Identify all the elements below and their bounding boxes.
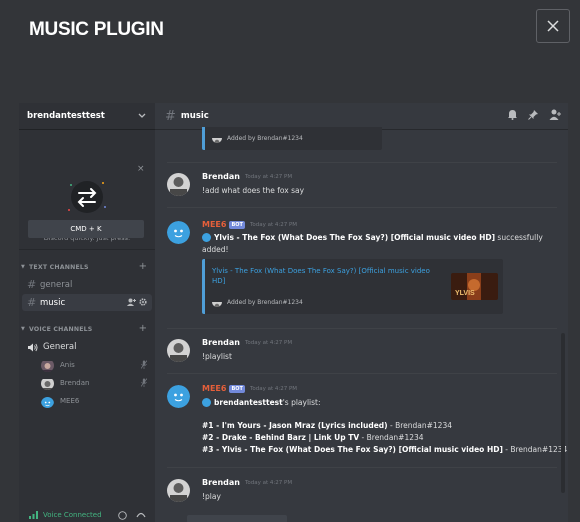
pin-icon[interactable] xyxy=(528,109,539,120)
quick-switcher-shortcut[interactable]: CMD + K xyxy=(28,220,144,238)
timestamp: Today at 4:27 PM xyxy=(244,173,293,180)
add-channel-icon[interactable]: + xyxy=(139,262,147,272)
close-button[interactable] xyxy=(536,9,570,43)
playlist-item: #1 - I'm Yours - Jason Mraz (Lyrics incl… xyxy=(202,421,452,430)
modal-title: MUSIC PLUGIN xyxy=(29,19,164,40)
timestamp: Today at 4:27 PM xyxy=(249,385,298,392)
category-text-channels[interactable]: ▼ TEXT CHANNELS + xyxy=(19,261,155,273)
bot-badge: BOT xyxy=(229,220,245,229)
timestamp: Today at 4:27 PM xyxy=(249,221,298,228)
close-icon xyxy=(547,20,559,32)
disconnect-icon[interactable] xyxy=(136,510,146,519)
voice-user-mee6[interactable]: MEE6 xyxy=(41,393,147,409)
chat-area: # music Added by Brendan#1234 Brendan Tod… xyxy=(155,103,568,522)
members-icon[interactable] xyxy=(549,109,561,120)
mic-icon xyxy=(141,378,147,387)
message-divider xyxy=(167,328,557,329)
bell-icon[interactable] xyxy=(507,109,518,120)
message-author[interactable]: Brendan xyxy=(202,338,240,347)
message-text: !add what does the fox say xyxy=(202,186,305,195)
timestamp: Today at 4:27 PM xyxy=(244,339,293,346)
playlist-item: #3 - Ylvis - The Fox (What Does The Fox … xyxy=(202,445,568,454)
message-author[interactable]: Brendan xyxy=(202,172,240,181)
message-text: !play xyxy=(202,492,221,501)
close-icon[interactable]: × xyxy=(137,164,145,174)
message-divider xyxy=(167,467,557,468)
embed-card: Ylvis - The Fox (What Does The Fox Say?)… xyxy=(202,259,503,314)
voice-user-brendan[interactable]: Brendan xyxy=(41,375,147,391)
avatar[interactable] xyxy=(167,479,190,502)
message-input[interactable] xyxy=(187,515,287,522)
swap-arrows-icon xyxy=(68,181,106,213)
info-icon[interactable] xyxy=(118,511,127,520)
timestamp: Today at 4:27 PM xyxy=(244,479,293,486)
scrollbar[interactable] xyxy=(561,333,565,493)
voice-connected-bar: Voice Connected xyxy=(19,507,155,522)
channel-header: # music xyxy=(155,103,568,130)
message-author[interactable]: MEE6 xyxy=(202,384,226,393)
mic-icon xyxy=(141,360,147,369)
signal-icon xyxy=(29,510,38,519)
speaker-icon xyxy=(28,343,38,351)
avatar xyxy=(212,297,222,307)
channel-title: music xyxy=(180,111,209,121)
channel-sidebar: brendantesttest × Use Quick Switcher to … xyxy=(19,103,155,522)
embed-footer: Added by Brendan#1234 xyxy=(212,133,303,143)
chevron-down-icon: ▼ xyxy=(21,326,25,332)
message-text: brendantesttest's playlist: xyxy=(202,398,321,407)
message-divider xyxy=(167,373,557,374)
avatar xyxy=(212,133,222,143)
avatar[interactable] xyxy=(167,339,190,362)
voice-channel-general[interactable]: General xyxy=(22,339,152,355)
embed-footer: Added by Brendan#1234 xyxy=(212,297,303,307)
svg-text:YLVIS: YLVIS xyxy=(455,290,475,297)
playlist-item: #2 - Drake - Behind Barz | Link Up TV - … xyxy=(202,433,424,442)
channel-music[interactable]: # music xyxy=(22,294,152,311)
server-name: brendantesttest xyxy=(27,111,105,121)
message-text: added! xyxy=(202,245,229,254)
hash-icon: # xyxy=(27,296,37,309)
avatar xyxy=(41,359,54,372)
avatar[interactable] xyxy=(167,385,190,408)
avatar xyxy=(41,395,54,408)
voice-user-anis[interactable]: Anis xyxy=(41,357,147,373)
category-voice-channels[interactable]: ▼ VOICE CHANNELS + xyxy=(19,323,155,335)
gear-icon[interactable] xyxy=(139,298,147,306)
add-member-icon[interactable] xyxy=(127,298,136,306)
avatar[interactable] xyxy=(167,221,190,244)
video-thumbnail[interactable]: YLVIS xyxy=(451,273,498,300)
check-icon xyxy=(202,233,211,242)
message-divider xyxy=(167,207,557,208)
server-header[interactable]: brendantesttest xyxy=(19,103,155,130)
hash-icon: # xyxy=(27,278,37,291)
channel-general[interactable]: # general xyxy=(22,276,152,293)
message-text: !playlist xyxy=(202,352,232,361)
chevron-down-icon: ▼ xyxy=(21,264,25,270)
chevron-down-icon xyxy=(138,113,146,118)
message-author[interactable]: MEE6 xyxy=(202,220,226,229)
hash-icon: # xyxy=(165,108,176,124)
bot-badge: BOT xyxy=(229,384,245,393)
avatar[interactable] xyxy=(167,173,190,196)
message-author[interactable]: Brendan xyxy=(202,478,240,487)
embed-title[interactable]: Ylvis - The Fox (What Does The Fox Say?)… xyxy=(212,266,442,286)
embed-card: Added by Brendan#1234 xyxy=(202,127,382,150)
avatar xyxy=(41,377,54,390)
play-icon xyxy=(202,398,211,407)
add-channel-icon[interactable]: + xyxy=(139,324,147,334)
message-divider xyxy=(167,162,557,163)
message-text: Ylvis - The Fox (What Does The Fox Say?)… xyxy=(202,233,543,242)
